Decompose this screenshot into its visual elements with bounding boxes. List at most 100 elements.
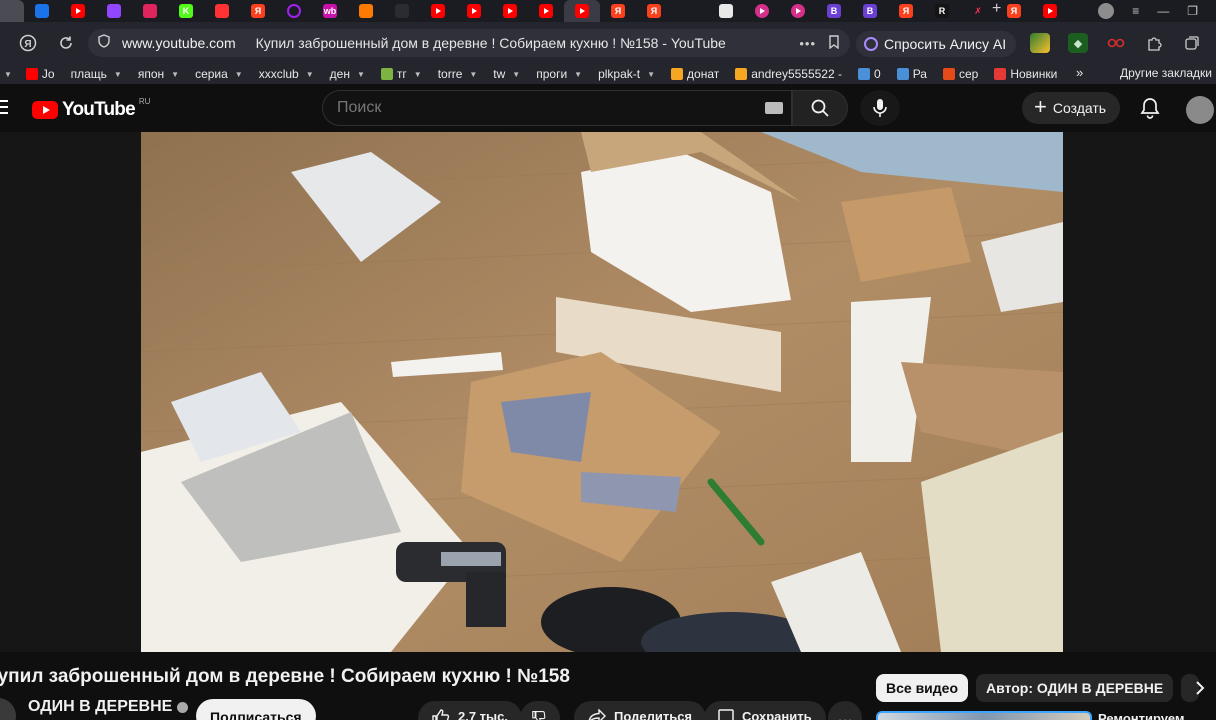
like-count: 2,7 тыс. [458,709,508,720]
dislike-button[interactable] [520,701,560,720]
bookmark-folder[interactable]: проги ▼ [536,67,582,81]
browser-tab[interactable] [672,0,708,22]
browser-tab[interactable]: wb [312,0,348,22]
extension-2-icon[interactable]: ◆ [1068,33,1088,53]
bookmarks-overflow-button[interactable]: » [1076,65,1083,80]
voice-search-button[interactable] [860,90,900,126]
channel-avatar[interactable] [0,698,16,720]
notifications-bell-icon[interactable] [1138,96,1162,120]
browser-tab[interactable]: B [852,0,888,22]
browser-tab[interactable] [564,0,600,22]
window-controls: + ≡ — ❐ [992,0,1216,19]
site-security-icon[interactable] [98,33,110,53]
bookmarks-left-chevron-icon[interactable]: ▼ [4,70,12,79]
more-options-icon[interactable]: ••• [799,36,816,51]
browser-tab[interactable] [528,0,564,22]
bookmark-folder[interactable]: япон ▼ [138,67,179,81]
bookmark-icon[interactable] [828,34,840,52]
new-tab-button[interactable]: + [992,0,1001,18]
collections-icon[interactable] [1182,33,1202,53]
bookmark-folder[interactable]: tw ▼ [493,67,520,81]
other-bookmarks[interactable]: Другие закладки [1120,66,1212,80]
browser-tab[interactable]: B [816,0,852,22]
keyboard-icon[interactable] [765,102,783,114]
video-player[interactable] [0,132,1216,652]
browser-menu-button[interactable]: ≡ [1132,4,1139,18]
browser-tab[interactable] [780,0,816,22]
youtube-logo[interactable]: YouTube RU [32,97,150,121]
bookmarks-bar: ▼ Jo плащь ▼ япон ▼ сериа ▼ xxxclub ▼ ден ▼ тг ▼ torr… [0,64,1216,84]
bookmark-folder[interactable]: сериа ▼ [195,67,243,81]
bookmark-item[interactable]: andrey5555522 - [735,67,842,81]
browser-tab[interactable] [276,0,312,22]
account-avatar[interactable] [1186,96,1214,124]
chip-by-author[interactable]: Автор: ОДИН В ДЕРЕВНЕ [976,674,1174,702]
bookmark-folder[interactable]: плащь ▼ [71,67,122,81]
chip-all-videos[interactable]: Все видео [876,674,969,702]
bookmark-label: andrey5555522 - [751,67,842,81]
browser-tab[interactable] [96,0,132,22]
bookmark-item[interactable]: Ра [896,67,927,81]
browser-tab[interactable] [1032,0,1068,22]
video-frame[interactable] [141,132,1063,652]
restore-button[interactable]: ❐ [1187,4,1198,18]
bookmark-label: plkpak-t [598,67,641,81]
browser-tab[interactable] [204,0,240,22]
bookmark-item[interactable]: Новинки [994,67,1057,81]
recommended-title[interactable]: Ремонтируем [1098,711,1185,720]
more-actions-button[interactable]: ••• [828,701,862,720]
minimize-button[interactable]: — [1157,4,1169,18]
profile-icon[interactable] [1098,3,1115,19]
guide-menu-icon[interactable] [0,100,8,114]
browser-tab[interactable]: Я [996,0,1032,22]
yandex-home-icon[interactable]: Я [16,31,40,55]
browser-tab[interactable] [60,0,96,22]
browser-tab[interactable] [384,0,420,22]
recommended-thumbnail[interactable] [876,711,1092,720]
chevron-down-icon: ▼ [305,69,314,79]
extension-3-icon[interactable] [1106,33,1126,53]
browser-tab[interactable]: Я [888,0,924,22]
yandex-icon: Я [1007,4,1021,18]
subscribe-button[interactable]: Подписаться [196,699,316,720]
browser-tab[interactable] [744,0,780,22]
bookmark-folder[interactable]: torre ▼ [438,67,478,81]
browser-tab[interactable] [492,0,528,22]
yandex-icon: Я [251,4,265,18]
browser-tab[interactable] [420,0,456,22]
bookmark-item[interactable]: 0 [858,67,881,81]
like-button[interactable]: 2,7 тыс. [418,701,522,720]
ask-alice-button[interactable]: Спросить Алису AI [856,31,1017,57]
browser-tab[interactable] [0,0,24,22]
chips-next-arrow-icon[interactable] [1190,678,1210,698]
browser-tab[interactable]: K [168,0,204,22]
reload-icon[interactable] [54,31,78,55]
bookmark-folder[interactable]: тг ▼ [380,67,422,81]
save-button[interactable]: Сохранить [704,701,826,720]
bookmark-item[interactable]: сер [942,67,978,81]
browser-tab[interactable]: Я [240,0,276,22]
bookmark-folder[interactable]: xxxclub ▼ [259,67,314,81]
browser-tab[interactable] [456,0,492,22]
extension-1-icon[interactable] [1030,33,1050,53]
browser-tab[interactable] [24,0,60,22]
browser-tab[interactable]: R [924,0,960,22]
address-bar[interactable]: www.youtube.com Купил заброшенный дом в … [88,29,850,57]
bookmark-folder[interactable]: ден ▼ [330,67,365,81]
bookmark-folder[interactable]: plkpak-t ▼ [598,67,655,81]
bookmark-item[interactable]: донат [671,67,719,81]
share-button[interactable]: Поделиться [574,701,707,720]
extensions-puzzle-icon[interactable] [1144,33,1164,53]
browser-tab[interactable]: ✗ [960,0,996,22]
channel-name-link[interactable]: ОДИН В ДЕРЕВНЕ [28,698,189,716]
search-input[interactable]: Поиск [322,90,792,126]
search-button[interactable] [792,90,848,126]
bookmark-label: Новинки [1010,67,1058,81]
browser-tab[interactable]: Я [600,0,636,22]
browser-tab[interactable] [132,0,168,22]
browser-tab[interactable] [348,0,384,22]
bookmark-item[interactable]: Jo [25,67,55,81]
create-button[interactable]: + Создать [1022,92,1121,124]
browser-tab[interactable]: Я [636,0,672,22]
browser-tab[interactable] [708,0,744,22]
